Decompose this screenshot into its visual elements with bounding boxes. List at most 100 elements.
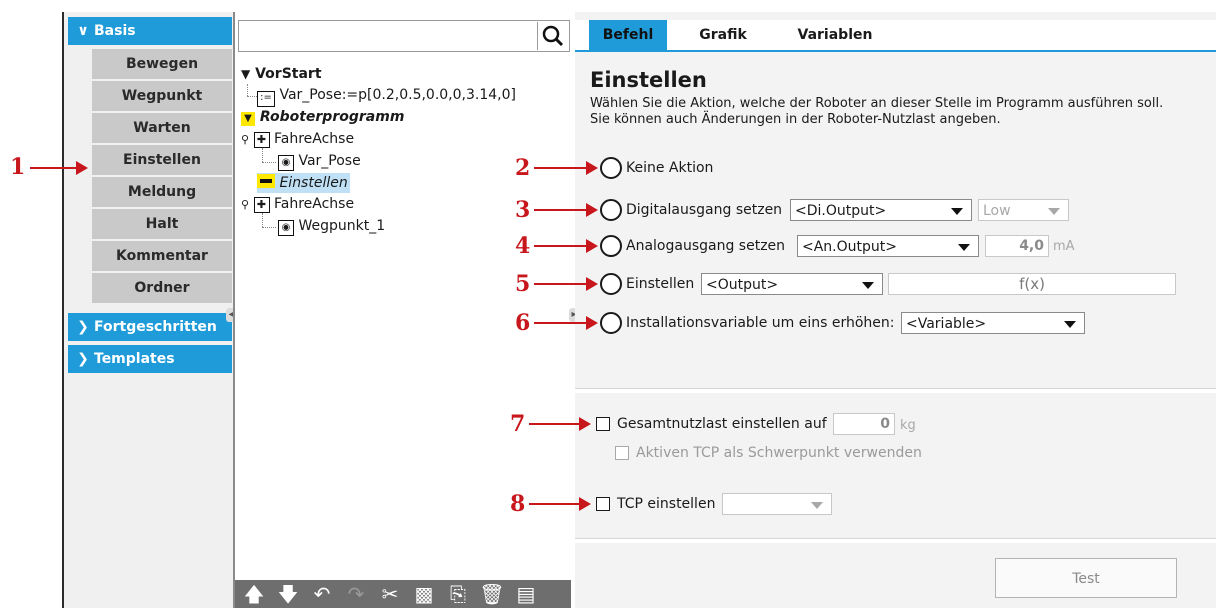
radio-keine-aktion[interactable]	[600, 157, 622, 179]
digital-output-select[interactable]: <Di.Output>	[790, 199, 972, 221]
command-bewegen[interactable]: Bewegen	[92, 49, 232, 81]
radio-installationsvariable[interactable]	[600, 312, 622, 334]
chevron-down-icon: ∨	[77, 23, 89, 39]
analog-unit: mA	[1053, 239, 1075, 254]
copy-icon[interactable]: ▩	[410, 582, 438, 606]
callout-number: 4	[515, 233, 531, 259]
callout-arrow-icon	[534, 239, 598, 253]
analog-output-select[interactable]: <An.Output>	[797, 235, 979, 257]
cut-icon[interactable]: ✂	[376, 582, 404, 606]
digital-level-select[interactable]: Low	[978, 199, 1069, 221]
command-warten[interactable]: Warten	[92, 113, 232, 145]
callout-arrow-icon	[529, 497, 591, 511]
command-halt[interactable]: Halt	[92, 209, 232, 241]
tab-grafik[interactable]: Grafik	[690, 20, 756, 50]
tree-node-var-pose-assign[interactable]: := Var_Pose:=p[0.2,0.5,0.0,0,3.14,0]	[257, 85, 516, 107]
suppress-icon[interactable]: ▤	[512, 582, 540, 606]
radio-analogausgang[interactable]	[600, 235, 622, 257]
collapse-triangle-icon: ▼	[241, 112, 255, 126]
einstellen-output-select[interactable]: <Output>	[701, 273, 883, 295]
category-fortgeschritten[interactable]: ❯ Fortgeschritten	[68, 313, 232, 341]
callout-number: 2	[515, 155, 531, 181]
search-input[interactable]	[238, 20, 570, 52]
payload-unit: kg	[900, 418, 916, 433]
tree-node-vorstart[interactable]: ▼ VorStart	[241, 64, 322, 84]
tree-node-label: Einstellen	[279, 175, 348, 191]
tab-variablen[interactable]: Variablen	[790, 20, 880, 50]
callout-number: 6	[515, 310, 531, 336]
dropdown-arrow-icon	[811, 502, 823, 509]
payload-label: Gesamtnutzlast einstellen auf	[617, 416, 827, 432]
redo-icon[interactable]: ↷	[342, 582, 370, 606]
tree-node-einstellen-selected[interactable]: Einstellen	[257, 173, 350, 193]
tab-befehl[interactable]: Befehl	[589, 20, 667, 50]
command-meldung[interactable]: Meldung	[92, 177, 232, 209]
dropdown-arrow-icon	[862, 282, 874, 289]
dropdown-arrow-icon	[1064, 321, 1076, 328]
category-templates-label: Templates	[94, 351, 175, 367]
callout-number: 3	[515, 197, 531, 223]
description-line-1: Wählen Sie die Aktion, welche der Robote…	[590, 96, 1164, 111]
category-fortgeschritten-label: Fortgeschritten	[94, 319, 217, 335]
expression-input[interactable]: f(x)	[888, 273, 1176, 295]
command-kommentar[interactable]: Kommentar	[92, 241, 232, 273]
radio-einstellen[interactable]	[600, 273, 622, 295]
tcp-select[interactable]	[722, 493, 832, 515]
tree-node-label: FahreAchse	[273, 131, 355, 147]
description-line-2: Sie können auch Änderungen in der Robote…	[590, 112, 1001, 127]
test-button[interactable]: Test	[995, 558, 1177, 598]
installation-variable-select[interactable]: <Variable>	[901, 312, 1085, 334]
radio-digitalausgang[interactable]	[600, 199, 622, 221]
move-down-icon[interactable]: 🡇	[274, 582, 302, 606]
category-basis-label: Basis	[94, 23, 136, 39]
tab-bar	[575, 20, 1216, 52]
set-command-icon	[257, 174, 275, 188]
callout-arrow-icon	[30, 161, 88, 175]
analog-value-input[interactable]: 4,0	[985, 235, 1049, 257]
select-value: <Di.Output>	[795, 203, 887, 219]
tcp-checkbox[interactable]	[596, 497, 610, 511]
undo-icon[interactable]: ↶	[308, 582, 336, 606]
collapse-triangle-icon: ▼	[241, 67, 251, 81]
callout-number: 8	[510, 491, 526, 517]
waypoint-icon: ◉	[278, 220, 294, 236]
tree-node-var-pose[interactable]: ◉ Var_Pose	[278, 151, 361, 171]
callout-arrow-icon	[529, 417, 591, 431]
expand-pin-icon: ⚲	[241, 133, 250, 146]
dropdown-arrow-icon	[951, 208, 963, 215]
callout-arrow-icon	[534, 161, 598, 175]
installationsvariable-label: Installationsvariable um eins erhöhen:	[626, 315, 895, 331]
paste-icon[interactable]: ⎘	[444, 582, 472, 606]
tcp-cog-checkbox[interactable]	[615, 446, 629, 460]
tree-node-fahreachse-1[interactable]: ⚲ ✚ FahreAchse	[241, 129, 354, 150]
callout-arrow-icon	[534, 316, 598, 330]
category-basis[interactable]: ∨ Basis	[68, 17, 232, 45]
tree-node-label: Var_Pose	[298, 153, 361, 169]
command-ordner[interactable]: Ordner	[92, 273, 232, 305]
command-einstellen[interactable]: Einstellen	[92, 145, 232, 177]
search-icon[interactable]	[537, 22, 568, 50]
tree-node-label: Wegpunkt_1	[298, 218, 386, 234]
tree-node-label: FahreAchse	[273, 196, 355, 212]
dropdown-arrow-icon	[958, 244, 970, 251]
delete-icon[interactable]: 🗑	[478, 582, 506, 606]
expand-pin-icon: ⚲	[241, 198, 250, 211]
tree-node-roboterprogramm[interactable]: ▼ Roboterprogramm	[241, 107, 404, 127]
tree-node-wegpunkt-1[interactable]: ◉ Wegpunkt_1	[278, 216, 385, 236]
tree-node-fahreachse-2[interactable]: ⚲ ✚ FahreAchse	[241, 194, 354, 215]
category-templates[interactable]: ❯ Templates	[68, 345, 232, 373]
payload-value-input[interactable]: 0	[833, 413, 895, 435]
payload-checkbox[interactable]	[596, 417, 610, 431]
analogausgang-label: Analogausgang setzen	[626, 238, 786, 254]
callout-arrow-icon	[534, 277, 598, 291]
callout-arrow-icon	[534, 203, 598, 217]
dropdown-arrow-icon	[1048, 208, 1060, 215]
select-value: Low	[983, 203, 1011, 219]
digitalausgang-label: Digitalausgang setzen	[626, 202, 783, 218]
move-up-icon[interactable]: 🡅	[240, 582, 268, 606]
command-wegpunkt[interactable]: Wegpunkt	[92, 81, 232, 113]
select-value: <An.Output>	[802, 239, 897, 255]
section-divider	[575, 538, 1216, 543]
move-icon: ✚	[253, 197, 270, 213]
assignment-icon: :=	[257, 91, 275, 107]
